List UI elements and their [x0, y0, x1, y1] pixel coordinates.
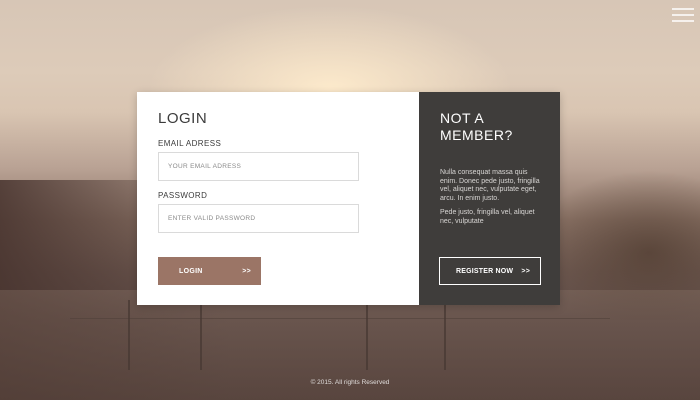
background-fence	[70, 318, 610, 369]
fence-post	[200, 300, 202, 370]
register-button-label: REGISTER NOW	[456, 267, 514, 275]
login-panel: LOGIN EMAIL ADRESS PASSWORD LOGIN >>	[137, 92, 419, 305]
hamburger-menu-icon[interactable]	[672, 8, 694, 22]
password-label: PASSWORD	[158, 191, 208, 200]
arrow-right-icon: >>	[242, 267, 251, 275]
login-title: LOGIN	[158, 110, 208, 127]
email-label: EMAIL ADRESS	[158, 139, 222, 148]
login-button[interactable]: LOGIN >>	[158, 257, 261, 285]
register-description-2: Pede justo, fringilla vel, aliquet nec, …	[440, 209, 535, 225]
register-title-line1: NOT A	[440, 110, 485, 126]
register-title-line2: MEMBER?	[440, 127, 513, 143]
copyright-footer: © 2015. All rights Reserved	[310, 379, 390, 386]
register-panel: NOT A MEMBER? Nulla consequat massa quis…	[419, 92, 560, 305]
register-description: Nulla consequat massa quis enim. Donec p…	[440, 169, 540, 202]
register-now-button[interactable]: REGISTER NOW >>	[439, 257, 541, 285]
email-input[interactable]	[158, 152, 359, 181]
fence-post	[128, 300, 130, 370]
fence-post	[444, 300, 446, 370]
login-button-label: LOGIN	[179, 267, 203, 275]
auth-card: LOGIN EMAIL ADRESS PASSWORD LOGIN >> NOT…	[137, 92, 560, 305]
fence-post	[366, 300, 368, 370]
password-input[interactable]	[158, 204, 359, 233]
arrow-right-icon: >>	[521, 267, 530, 275]
register-title: NOT A MEMBER?	[440, 110, 544, 144]
